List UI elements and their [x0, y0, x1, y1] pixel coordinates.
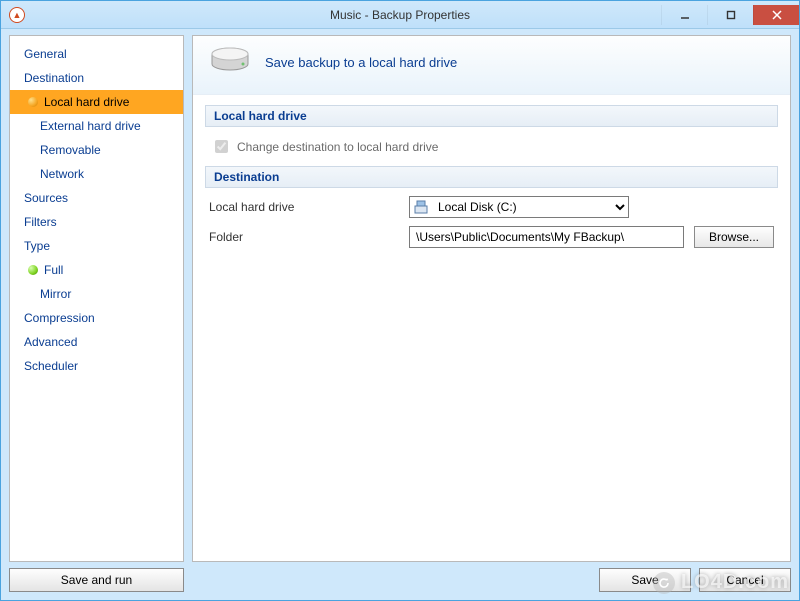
nav-external-hard-drive[interactable]: External hard drive: [10, 114, 183, 138]
body-row: General Destination Local hard drive Ext…: [9, 35, 791, 562]
nav-label: Full: [44, 261, 63, 279]
nav-sources[interactable]: Sources: [10, 186, 183, 210]
section-destination: Destination: [205, 166, 778, 188]
drive-row: Local hard drive Local Disk (C:): [205, 194, 778, 224]
main-panel: Save backup to a local hard drive Local …: [192, 35, 791, 562]
cancel-button[interactable]: Cancel: [699, 568, 791, 592]
minimize-button[interactable]: [661, 5, 707, 25]
window-frame: ▲ Music - Backup Properties General Dest…: [0, 0, 800, 601]
nav-compression[interactable]: Compression: [10, 306, 183, 330]
footer: Save and run Save Cancel: [9, 562, 791, 592]
window-controls: [661, 5, 799, 25]
dot-icon: [28, 97, 38, 107]
drive-select[interactable]: Local Disk (C:): [409, 196, 629, 218]
change-destination-checkbox[interactable]: [215, 140, 228, 153]
titlebar: ▲ Music - Backup Properties: [1, 1, 799, 29]
nav-filters[interactable]: Filters: [10, 210, 183, 234]
client-area: General Destination Local hard drive Ext…: [1, 29, 799, 600]
nav-local-hard-drive[interactable]: Local hard drive: [10, 90, 183, 114]
change-destination-label: Change destination to local hard drive: [237, 140, 438, 154]
close-button[interactable]: [753, 5, 799, 25]
nav-scheduler[interactable]: Scheduler: [10, 354, 183, 378]
maximize-button[interactable]: [707, 5, 753, 25]
nav-mirror[interactable]: Mirror: [10, 282, 183, 306]
sidebar: General Destination Local hard drive Ext…: [9, 35, 184, 562]
save-button[interactable]: Save: [599, 568, 691, 592]
nav-destination[interactable]: Destination: [10, 66, 183, 90]
nav-type[interactable]: Type: [10, 234, 183, 258]
folder-label: Folder: [209, 230, 399, 244]
dot-icon: [28, 265, 38, 275]
folder-row: Folder Browse...: [205, 224, 778, 254]
app-icon: ▲: [9, 7, 25, 23]
hero-text: Save backup to a local hard drive: [265, 55, 457, 70]
drive-label: Local hard drive: [209, 200, 399, 214]
nav-removable[interactable]: Removable: [10, 138, 183, 162]
hero: Save backup to a local hard drive: [193, 36, 790, 95]
nav-full[interactable]: Full: [10, 258, 183, 282]
nav-label: Local hard drive: [44, 93, 129, 111]
nav-network[interactable]: Network: [10, 162, 183, 186]
browse-button[interactable]: Browse...: [694, 226, 774, 248]
change-destination-row: Change destination to local hard drive: [205, 133, 778, 166]
folder-input[interactable]: [409, 226, 684, 248]
save-and-run-button[interactable]: Save and run: [9, 568, 184, 592]
nav-advanced[interactable]: Advanced: [10, 330, 183, 354]
section-local-hard-drive: Local hard drive: [205, 105, 778, 127]
hard-drive-icon: [209, 46, 251, 78]
nav-general[interactable]: General: [10, 42, 183, 66]
